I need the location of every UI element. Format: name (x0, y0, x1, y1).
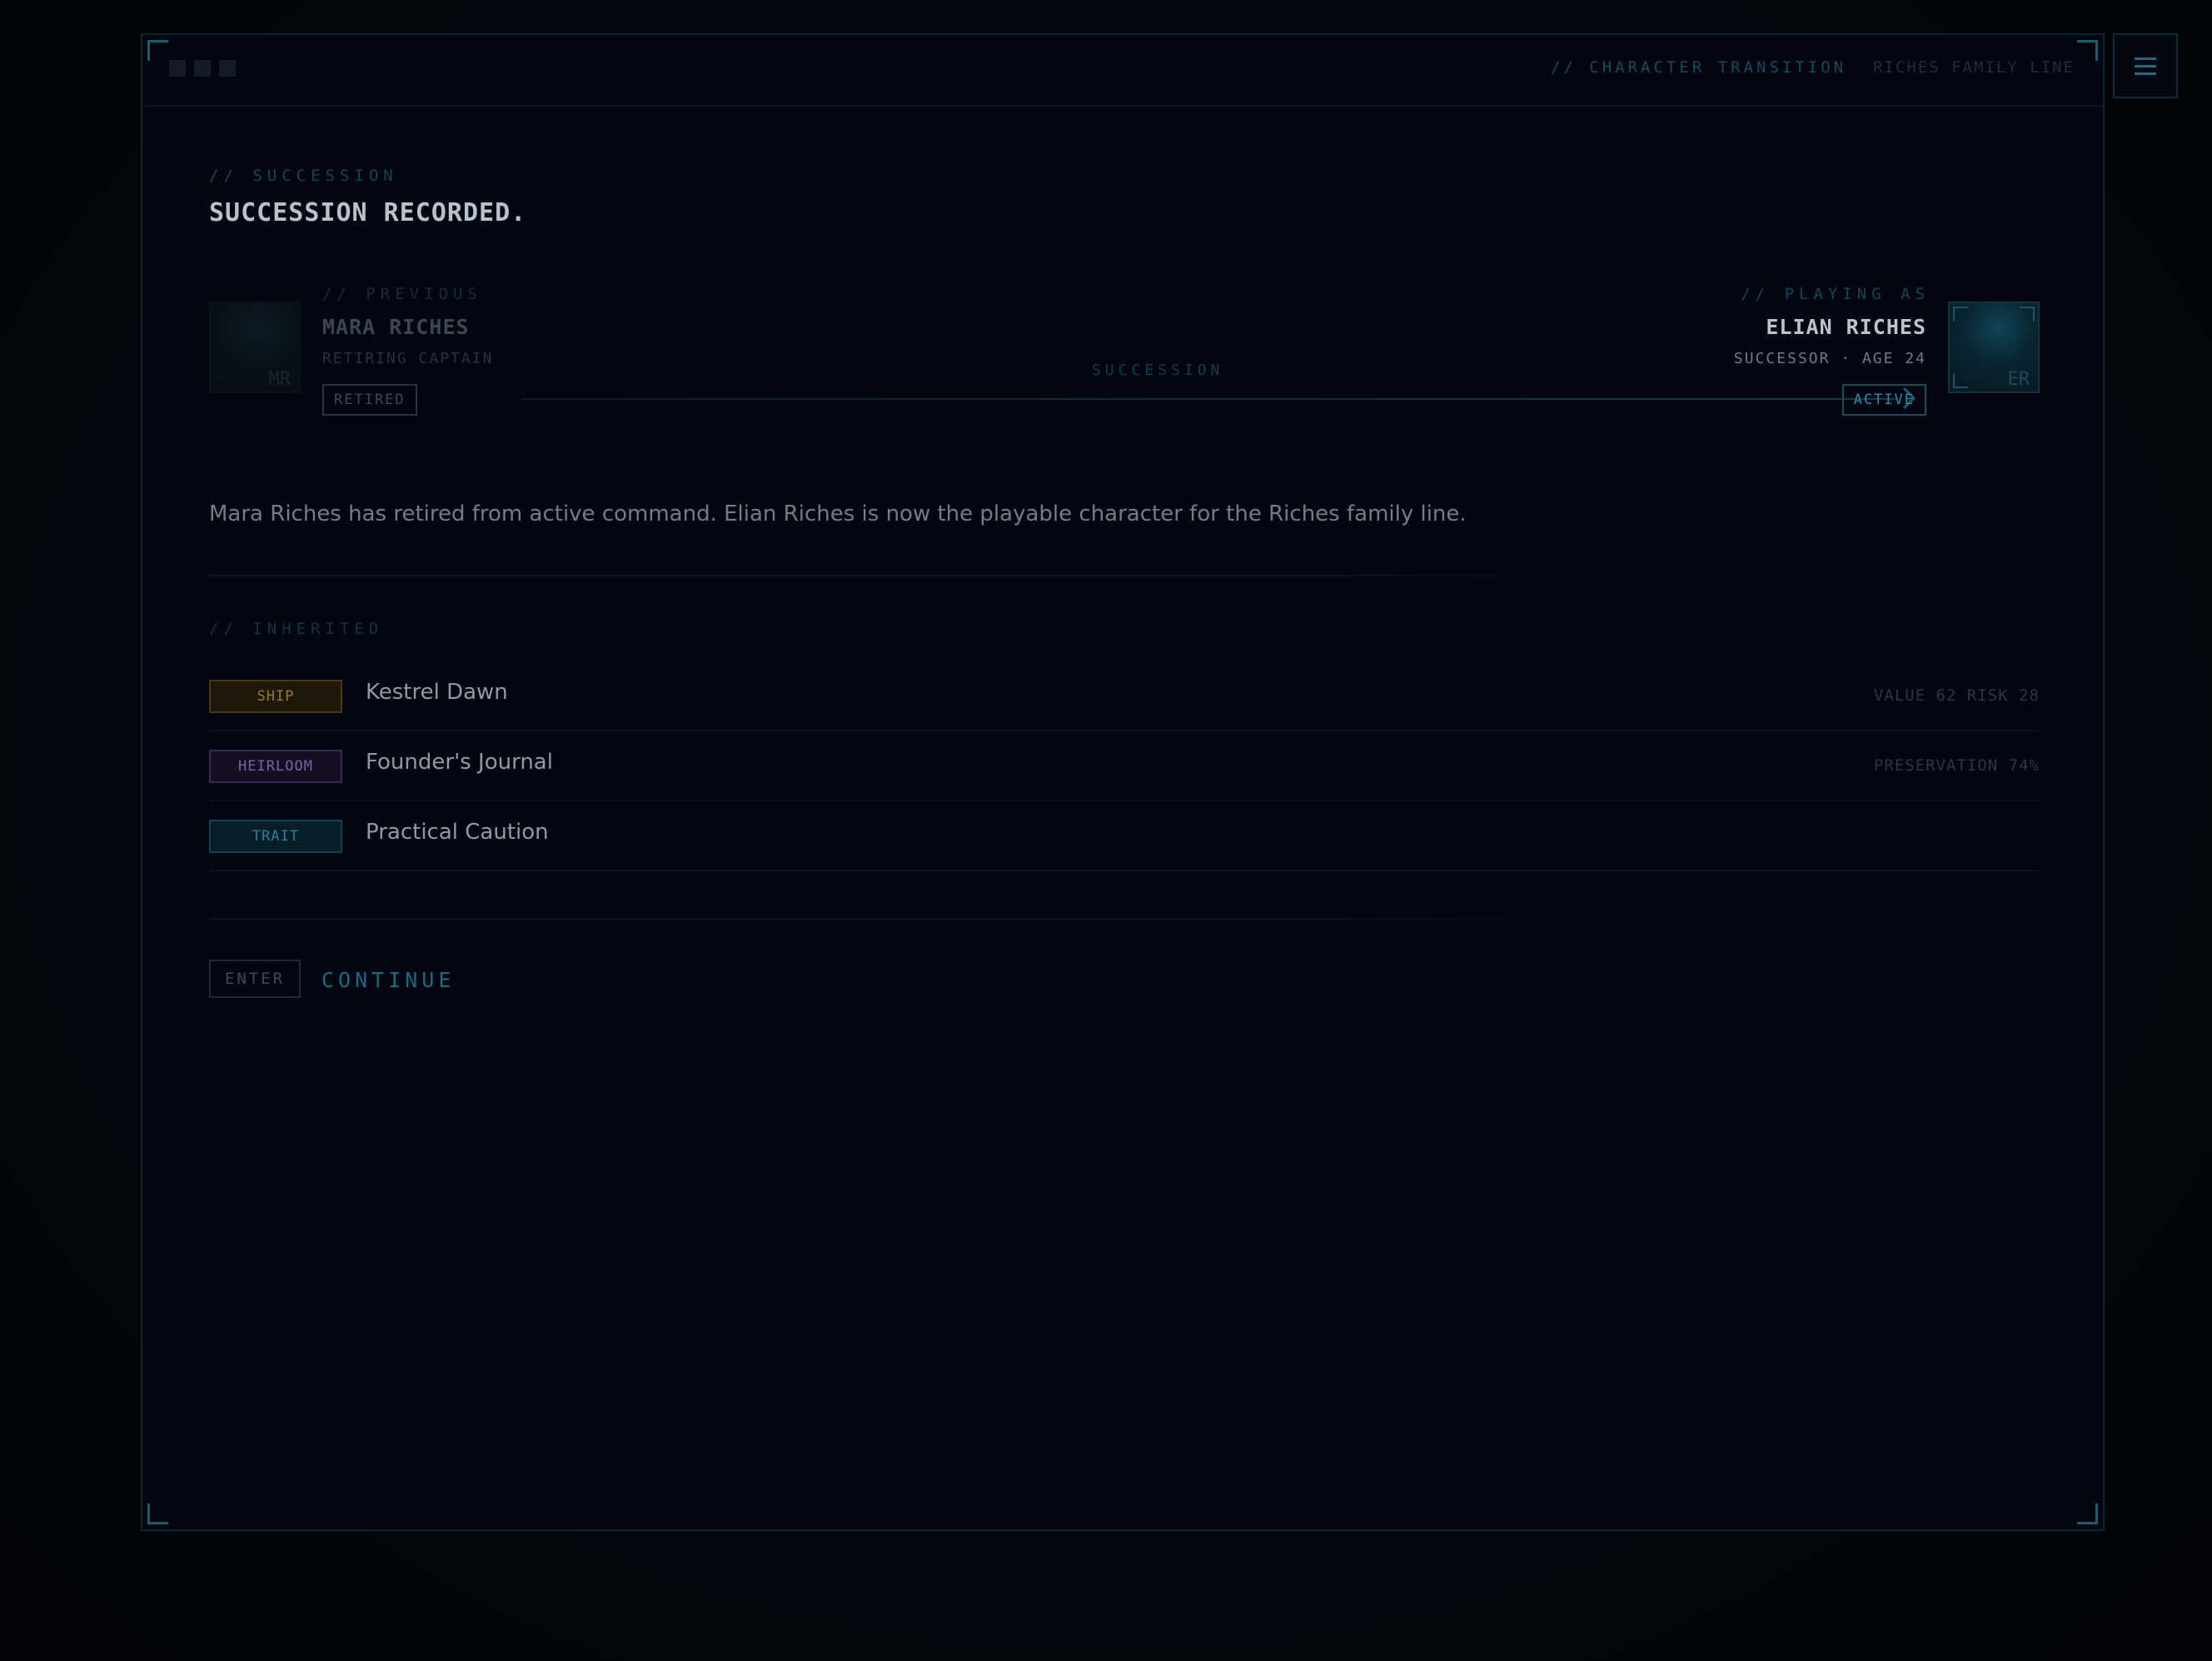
previous-role: RETIRING CAPTAIN (322, 350, 494, 367)
menu-button[interactable] (2113, 33, 2178, 98)
previous-initials: MR (268, 369, 291, 390)
inherited-item-stat: PRESERVATION 74% (1873, 756, 2040, 775)
current-name: ELIAN RICHES (1766, 315, 1926, 339)
inherited-item-stat: VALUE 62 RISK 28 (1873, 686, 2040, 705)
inherited-item: TRAIT Practical Caution (209, 800, 2040, 871)
inherited-item-name: Practical Caution (366, 820, 549, 845)
current-role: SUCCESSOR · AGE 24 (1733, 350, 1926, 367)
inherited-item: HEIRLOOM Founder's Journal PRESERVATION … (209, 730, 2040, 801)
header-labels: // CHARACTER TRANSITION RICHES FAMILY LI… (1551, 58, 2075, 77)
current-portrait: ER (1948, 302, 2040, 393)
retired-badge: RETIRED (322, 384, 417, 416)
continue-button[interactable]: CONTINUE (321, 968, 455, 992)
previous-eyebrow: // PREVIOUS (322, 285, 482, 303)
succession-description: Mara Riches has retired from active comm… (209, 501, 1467, 526)
previous-portrait: MR (209, 302, 301, 393)
page: // CHARACTER TRANSITION RICHES FAMILY LI… (0, 0, 2212, 1661)
section-divider (209, 918, 1575, 920)
inherited-item: SHIP Kestrel Dawn VALUE 62 RISK 28 (209, 660, 2040, 731)
transition-panel: // CHARACTER TRANSITION RICHES FAMILY LI… (141, 33, 2105, 1531)
hamburger-icon (2135, 57, 2156, 75)
window-dot (219, 60, 236, 77)
page-title: SUCCESSION RECORDED. (209, 198, 527, 227)
window-dot (169, 60, 186, 77)
family-line-label: RICHES FAMILY LINE (1873, 58, 2075, 77)
panel-header: // CHARACTER TRANSITION RICHES FAMILY LI… (142, 35, 2103, 107)
playing-as-eyebrow: // PLAYING AS (1741, 285, 1930, 303)
succession-flow-label: SUCCESSION (1092, 362, 1224, 379)
enter-key-hint: ENTER (209, 960, 301, 998)
inherited-item-name: Founder's Journal (366, 750, 553, 775)
frame-corner (147, 1504, 168, 1524)
inherited-item-name: Kestrel Dawn (366, 680, 508, 705)
succession-line (521, 398, 1897, 400)
section-divider (209, 575, 1575, 576)
current-initials: ER (2007, 369, 2030, 390)
ship-tag: SHIP (209, 680, 342, 713)
portrait-corner (1953, 373, 1968, 388)
window-dot (194, 60, 211, 77)
frame-corner (2077, 1504, 2098, 1524)
trait-tag: TRAIT (209, 820, 342, 853)
active-badge: ACTIVE (1841, 384, 1926, 416)
succession-eyebrow: // SUCCESSION (209, 167, 398, 185)
heirloom-tag: HEIRLOOM (209, 750, 342, 783)
inherited-eyebrow: // INHERITED (209, 620, 384, 638)
portrait-corner (1953, 307, 1968, 322)
previous-name: MARA RICHES (322, 315, 470, 339)
portrait-corner (2020, 307, 2035, 322)
window-dots (169, 60, 236, 77)
section-tag: // CHARACTER TRANSITION (1550, 58, 1847, 77)
